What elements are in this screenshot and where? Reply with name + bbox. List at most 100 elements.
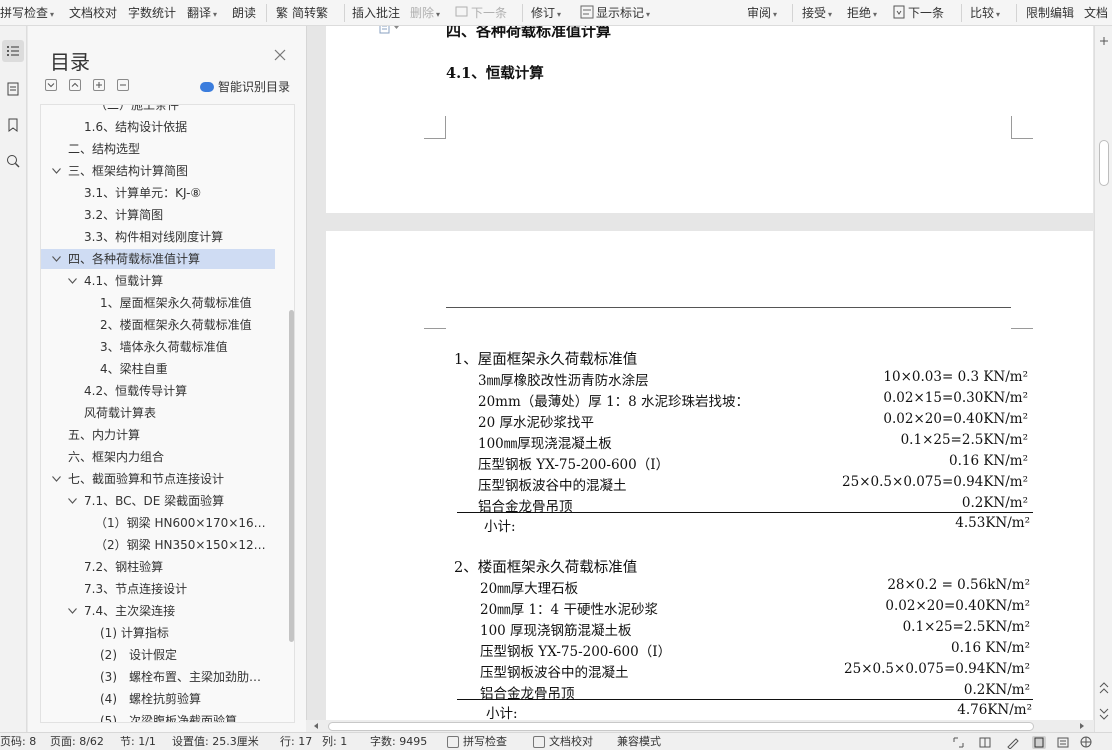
toc-item[interactable]: (2) 设计假定 [41,645,275,665]
chevron-right-icon[interactable] [1078,722,1086,730]
chevron-down-icon[interactable] [68,271,78,291]
toc-item[interactable]: （二）施工条件 [41,105,275,115]
toc-item[interactable]: 4.1、恒载计算 [41,271,275,291]
load-value: 0.02×20=0.40KN/m² [883,411,1028,427]
toc-item[interactable]: 4.2、恒载传导计算 [41,381,275,401]
toc-item[interactable]: 风荷载计算表 [41,403,275,423]
spell-check-button[interactable]: 拼写检查 ▾ [0,4,54,22]
chevron-down-icon[interactable] [52,161,62,181]
plus-icon[interactable] [1099,36,1109,46]
simplified-to-traditional-button[interactable]: 繁简转繁 [276,4,328,22]
toc-item[interactable]: 二、结构选型 [41,139,275,159]
toc-item-label: (2) 设计假定 [100,648,177,662]
toc-item[interactable]: 三、框架结构计算简图 [41,161,275,181]
toc-item[interactable]: 五、内力计算 [41,425,275,445]
toc-item[interactable]: (5) 次梁腹板净截面验算 [41,711,275,722]
status-line[interactable]: 行: 17 [280,735,312,749]
status-pages[interactable]: 页面: 8/62 [50,735,104,749]
toc-item[interactable]: (3) 螺栓布置、主梁加劲肋… [41,667,275,687]
document-menu-button[interactable]: 文档 [1084,4,1108,22]
load-value: 0.16 KN/m² [948,453,1028,469]
bookmarks-panel-button[interactable] [2,114,24,136]
compare-button[interactable]: 比较 ▾ [970,4,1000,22]
toc-item[interactable]: 3.1、计算单元：KJ-⑧ [41,183,275,203]
toc-item-label: 三、框架结构计算简图 [68,164,189,178]
chevron-left-icon[interactable] [312,722,320,730]
horizontal-scrollbar[interactable] [306,720,1094,732]
toc-item-label: 4.1、恒载计算 [84,274,164,288]
next-change-button[interactable]: 下一条 [892,4,944,22]
pages-panel-button[interactable] [2,78,24,100]
horizontal-scroll-thumb[interactable] [328,722,1034,731]
collapse-all-button[interactable] [45,79,57,91]
toc-item[interactable]: （2）钢梁 HN350×150×12… [41,535,275,555]
chevron-down-icon[interactable] [68,491,78,511]
accept-button[interactable]: 接受 ▾ [802,4,832,22]
toc-item-label: 4、梁柱自重 [100,362,168,376]
toc-item[interactable]: 3.2、计算简图 [41,205,275,225]
toc-item[interactable]: 3.3、构件相对线刚度计算 [41,227,275,247]
vertical-scroll-thumb[interactable] [1099,140,1109,186]
toc-panel-button[interactable] [2,40,24,62]
load-value: 0.02×20=0.40KN/m² [885,598,1030,614]
load-value: 0.1×25=2.5KN/m² [900,432,1028,448]
toc-item[interactable]: 七、截面验算和节点连接设计 [41,469,275,489]
subtotal-line [457,512,1033,513]
subtotal-label: 小计: [486,706,518,720]
page-nav-icon[interactable] [1099,681,1109,721]
review-pane-button[interactable]: 审阅 ▾ [747,4,777,22]
insert-comment-button[interactable]: 插入批注 [352,4,400,22]
restrict-editing-button[interactable]: 限制编辑 [1026,4,1074,22]
status-section[interactable]: 节: 1/1 [120,735,156,749]
toc-item[interactable]: 四、各种荷载标准值计算 [41,249,275,269]
find-panel-button[interactable] [2,150,24,172]
toc-item[interactable]: (4) 螺栓抗剪验算 [41,689,275,709]
toc-item-label: 四、各种荷载标准值计算 [68,252,201,266]
spell-check-icon [447,736,459,748]
chevron-down-icon [47,83,55,88]
toc-item[interactable]: （1）钢梁 HN600×170×16… [41,513,275,533]
show-markup-button[interactable]: 显示标记 ▾ [580,4,650,22]
status-column[interactable]: 列: 1 [322,735,347,749]
subtotal-value: 4.53KN/m² [955,515,1030,531]
expand-up-button[interactable] [69,79,81,91]
chevron-down-icon[interactable] [52,469,62,489]
toc-item[interactable]: 2、楼面框架永久荷载标准值 [41,315,275,335]
load-item: 压型钢板波谷中的混凝土 [480,665,629,681]
view-mode-icons[interactable] [952,736,1102,749]
toc-item[interactable]: 4、梁柱自重 [41,359,275,379]
smart-toc-button[interactable]: 智能识别目录 [200,78,290,95]
status-position[interactable]: 设置值: 25.3厘米 [172,735,259,749]
toc-item[interactable]: 7.1、BC、DE 梁截面验算 [41,491,275,511]
load-row: 20 厚水泥砂浆找平 0.02×20=0.40KN/m² [478,411,1028,431]
translate-button[interactable]: 翻译 ▾ [187,4,217,22]
doc-proofread-button[interactable]: 文档校对 [69,4,117,22]
crop-mark [1011,138,1033,139]
chevron-down-icon[interactable] [68,601,78,621]
toc-scrollbar[interactable] [289,310,294,642]
status-spell-check[interactable]: 拼写检查 [463,735,507,749]
paragraph-options-icon[interactable] [379,26,405,35]
word-count-button[interactable]: 字数统计 [128,4,176,22]
reject-button[interactable]: 拒绝 ▾ [847,4,877,22]
chevron-down-icon[interactable] [52,249,62,269]
toc-item[interactable]: 7.4、主次梁连接 [41,601,275,621]
toc-item[interactable]: 六、框架内力组合 [41,447,275,467]
status-word-count[interactable]: 字数: 9495 [370,735,427,749]
track-changes-button[interactable]: 修订 ▾ [531,4,561,22]
close-icon[interactable] [273,48,287,62]
status-page-number[interactable]: 页码: 8 [0,735,36,749]
next-comment-button[interactable]: 下一条 [455,4,507,22]
remove-heading-button[interactable] [117,79,129,91]
vertical-scrollbar[interactable] [1094,26,1112,732]
read-aloud-button[interactable]: 朗读 [232,4,256,22]
toc-item[interactable]: 3、墙体永久荷载标准值 [41,337,275,357]
toc-item[interactable]: 7.2、钢柱验算 [41,557,275,577]
toc-item[interactable]: 1、屋面框架永久荷载标准值 [41,293,275,313]
add-heading-button[interactable] [93,79,105,91]
toc-item[interactable]: 7.3、节点连接设计 [41,579,275,599]
toc-item[interactable]: 1.6、结构设计依据 [41,117,275,137]
toc-item[interactable]: (1) 计算指标 [41,623,275,643]
delete-comment-button[interactable]: 删除 ▾ [410,4,440,22]
status-proofread[interactable]: 文档校对 [549,735,593,749]
